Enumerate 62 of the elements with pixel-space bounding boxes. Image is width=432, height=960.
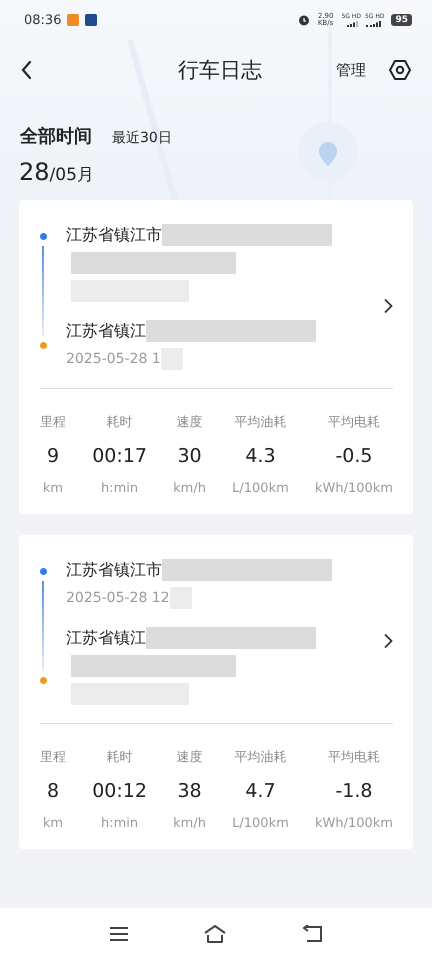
- stat-value: 9: [46, 445, 60, 467]
- stat-label: 耗时: [106, 749, 133, 766]
- end-dot: [40, 677, 47, 684]
- home-icon[interactable]: [203, 924, 227, 944]
- stat-label: 速度: [176, 749, 203, 766]
- time-filter-tab[interactable]: 全部时间: [20, 124, 92, 148]
- chevron-right-icon: [383, 298, 393, 314]
- address-text: 江苏省镇江: [66, 628, 146, 648]
- stat-value: 00:12: [92, 780, 147, 802]
- stat-label: 平均油耗: [234, 749, 286, 766]
- stat-unit: km/h: [173, 816, 206, 831]
- stat-value: -0.5: [335, 445, 373, 467]
- trip-time: 2025-05-28 1: [66, 351, 161, 367]
- app-notification-icon: [85, 14, 98, 26]
- alarm-icon: [298, 14, 310, 26]
- stat-label: 平均油耗: [234, 414, 286, 431]
- stat-label: 速度: [176, 414, 203, 431]
- back-icon: [20, 60, 32, 80]
- trip-time: 2025-05-28 12: [66, 590, 170, 606]
- signal-icon: [344, 21, 361, 27]
- stat-unit: L/100km: [232, 816, 289, 831]
- stat-value: 4.3: [245, 445, 276, 467]
- stat-label: 耗时: [106, 414, 133, 431]
- stat-unit: kWh/100km: [314, 816, 393, 831]
- address-text: 江苏省镇江市: [66, 224, 162, 246]
- stat-unit: km/h: [173, 481, 206, 496]
- stat-label: 平均电耗: [328, 414, 380, 431]
- status-time: 08:36: [24, 12, 62, 28]
- stat-value: 4.7: [245, 780, 276, 802]
- menu-icon[interactable]: [109, 926, 129, 942]
- trip-card[interactable]: 江苏省镇江市 江苏省镇江 2025-05-28 1 里程 9 km 耗时 00:17 h:min 速度 30 km/h 平均油耗 4.3 L/100km 平均电耗 -0.5 kWh/100km: [19, 200, 413, 514]
- start-dot: [40, 233, 47, 240]
- trip-card[interactable]: 江苏省镇江市 2025-05-28 12 江苏省镇江 里程 8 km 耗时 00:12 h:min 速度 38 km/h 平均油耗 4.7 L/100km 平均电耗 -1.8 kWh/100km: [19, 535, 413, 849]
- date-day: 28: [19, 158, 50, 186]
- end-dot: [40, 342, 47, 349]
- stat-value: 00:17: [92, 445, 147, 467]
- stat-value: -1.8: [335, 780, 373, 802]
- start-dot: [40, 568, 47, 575]
- stat-label: 平均电耗: [328, 749, 380, 766]
- settings-button[interactable]: [386, 59, 414, 81]
- settings-icon: [388, 59, 412, 81]
- stat-unit: km: [42, 481, 64, 496]
- time-filter-tab[interactable]: 最近30日: [112, 129, 172, 147]
- address-text: 江苏省镇江市: [66, 560, 162, 580]
- stat-label: 里程: [40, 749, 66, 766]
- stat-unit: L/100km: [232, 481, 289, 496]
- stat-unit: h:min: [101, 481, 138, 496]
- date-month: /05月: [50, 165, 94, 185]
- back-nav-icon[interactable]: [301, 925, 323, 943]
- app-notification-icon: [67, 14, 80, 26]
- address-text: 江苏省镇江: [66, 320, 146, 342]
- stat-value: 8: [46, 780, 60, 802]
- stat-value: 38: [177, 780, 202, 802]
- page-title: 行车日志: [177, 57, 263, 84]
- chevron-right-icon: [383, 633, 393, 649]
- stat-unit: kWh/100km: [314, 481, 393, 496]
- manage-button[interactable]: 管理: [336, 60, 366, 80]
- stat-value: 30: [177, 445, 202, 467]
- stat-unit: h:min: [101, 816, 138, 831]
- battery-indicator: 95: [391, 14, 412, 26]
- stat-unit: km: [42, 816, 64, 831]
- stat-label: 里程: [40, 414, 66, 431]
